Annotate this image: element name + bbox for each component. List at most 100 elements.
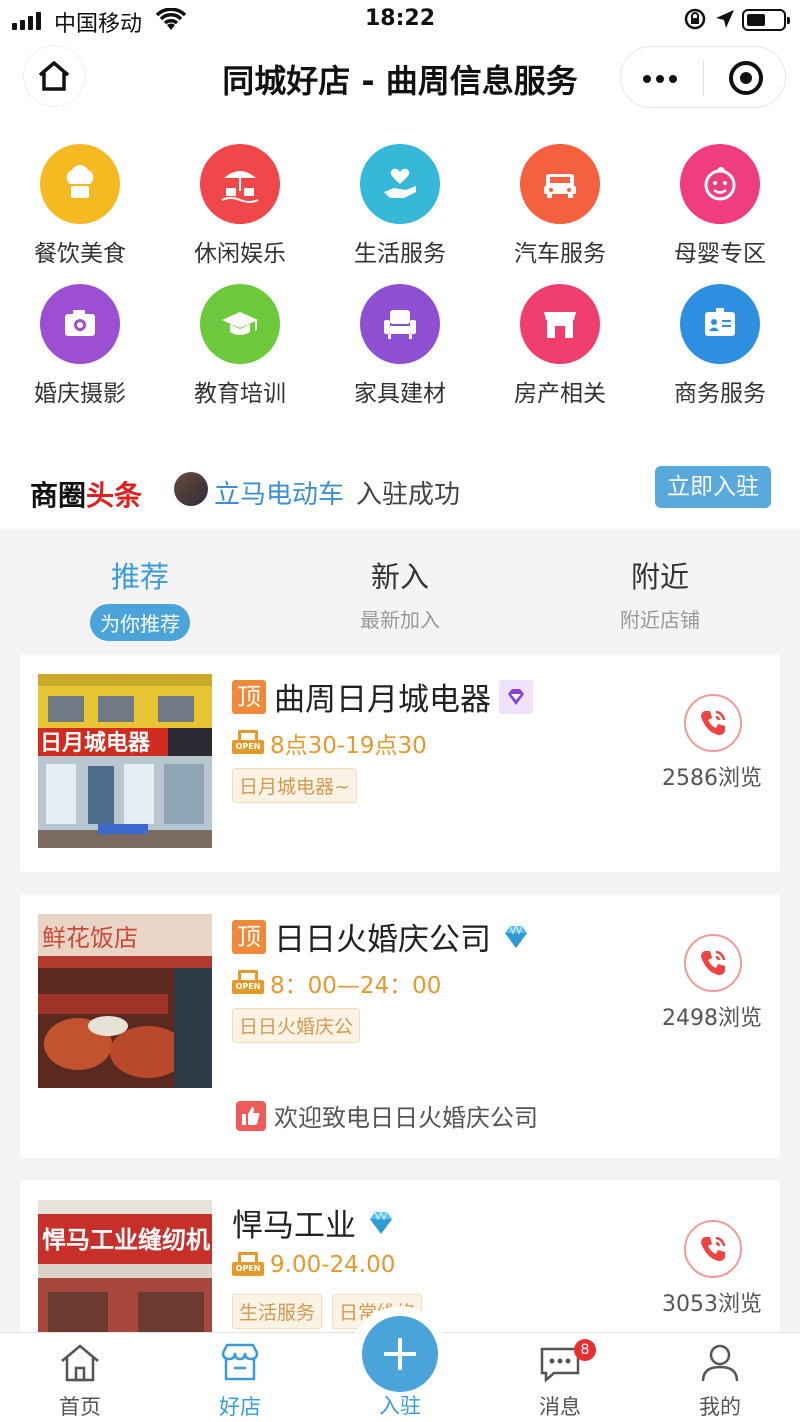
tab-nearby[interactable]: 附近 附近店铺 — [530, 554, 790, 633]
store-tabs: 推荐 为你推荐 新入 最新加入 附近 附近店铺 — [0, 530, 800, 641]
beach-umbrella-icon — [200, 144, 280, 224]
store-hours: 8点30-19点30 — [270, 733, 427, 759]
headline-suffix: 入驻成功 — [356, 480, 461, 510]
tabbar-label: 消息 — [539, 1395, 581, 1419]
open-sign-text: OPEN — [232, 980, 264, 994]
category-label: 房产相关 — [514, 381, 606, 407]
store-tag: 日日火婚庆公 — [232, 1008, 361, 1043]
storefront-icon — [520, 284, 600, 364]
tab-sublabel: 最新加入 — [360, 608, 440, 632]
svg-text:悍马工业缝纫机: 悍马工业缝纫机 — [42, 1226, 210, 1254]
view-count: 2498浏览 — [662, 1006, 762, 1031]
top-badge: 顶 — [232, 679, 266, 714]
location-arrow-icon — [716, 10, 734, 28]
store-hours: 8：00—24：00 — [270, 973, 442, 999]
id-card-icon — [680, 284, 760, 364]
shop-icon — [160, 1339, 320, 1387]
category-education[interactable]: 教育培训 — [160, 256, 320, 407]
heart-hand-icon — [360, 144, 440, 224]
purple-diamond-icon — [499, 679, 533, 714]
open-sign-icon: OPEN — [232, 730, 264, 756]
store-hours-row: OPEN 8点30-19点30 — [232, 726, 427, 760]
blue-diamond-icon — [370, 1209, 392, 1234]
view-count: 2586浏览 — [662, 766, 762, 791]
store-card[interactable]: 鲜花饭店 顶 日日火婚庆公司 OPEN 8：00—24：00 日日火婚庆公 24… — [20, 894, 780, 1158]
category-wedding-photo[interactable]: 婚庆摄影 — [0, 256, 160, 407]
store-photo: 鲜花饭店 — [38, 914, 212, 1088]
category-food[interactable]: 餐饮美食 — [0, 116, 160, 267]
store-tags: 日日火婚庆公 — [232, 1008, 361, 1043]
store-name[interactable]: 日日火婚庆公司 — [274, 914, 491, 959]
store-card[interactable]: 日月城电器 顶 曲周日月城电器 OPEN 8点30-19点30 日月城电器~ 2… — [20, 654, 780, 872]
tab-recommend[interactable]: 推荐 为你推荐 — [10, 554, 270, 641]
tabbar-label: 首页 — [59, 1395, 101, 1419]
store-name[interactable]: 曲周日月城电器 — [274, 674, 491, 719]
baby-face-icon — [680, 144, 760, 224]
store-name[interactable]: 悍马工业 — [232, 1200, 356, 1245]
status-bar: 中国移动 18:22 — [0, 0, 800, 40]
store-tag: 日月城电器~ — [232, 768, 357, 803]
store-hours: 9.00-24.00 — [270, 1252, 396, 1278]
category-leisure[interactable]: 休闲娱乐 — [160, 116, 320, 267]
clock: 18:22 — [364, 6, 436, 31]
capsule-divider — [703, 61, 704, 95]
tab-new[interactable]: 新入 最新加入 — [270, 554, 530, 633]
open-sign-icon: OPEN — [232, 970, 264, 996]
category-furniture[interactable]: 家具建材 — [320, 256, 480, 407]
tabbar-shop[interactable]: 好店 — [160, 1339, 320, 1421]
category-life-service[interactable]: 生活服务 — [320, 116, 480, 267]
store-photo: 日月城电器 — [38, 674, 212, 848]
unread-badge: 8 — [574, 1339, 596, 1361]
tabbar-profile[interactable]: 我的 — [640, 1339, 800, 1421]
tab-label: 新入 — [370, 560, 429, 594]
close-target-icon[interactable] — [729, 61, 763, 95]
tab-sublabel: 为你推荐 — [90, 604, 190, 641]
svg-text:日月城电器: 日月城电器 — [40, 730, 151, 756]
category-business[interactable]: 商务服务 — [640, 256, 800, 407]
blue-diamond-icon — [505, 923, 527, 948]
call-button[interactable] — [684, 694, 742, 752]
store-name-row: 悍马工业 — [232, 1200, 398, 1245]
call-button[interactable] — [684, 1220, 742, 1278]
tabbar-home[interactable]: 首页 — [0, 1339, 160, 1421]
category-label: 教育培训 — [194, 381, 286, 407]
category-auto[interactable]: 汽车服务 — [480, 116, 640, 267]
category-mother-baby[interactable]: 母婴专区 — [640, 116, 800, 267]
join-now-button[interactable]: 立即入驻 — [655, 466, 771, 508]
open-sign-text: OPEN — [232, 740, 264, 754]
business-headline: 商圈头条 立马电动车 入驻成功 立即入驻 — [0, 416, 800, 530]
chef-hat-icon — [40, 144, 120, 224]
headline-title-part2: 头条 — [86, 479, 143, 512]
tab-label: 推荐 — [110, 560, 169, 594]
join-fab-button[interactable] — [362, 1316, 438, 1392]
tabbar-label: 入驻 — [379, 1394, 421, 1418]
store-tags: 日月城电器~ — [232, 768, 357, 803]
battery-icon — [742, 9, 790, 31]
category-label: 婚庆摄影 — [34, 381, 126, 407]
headline-title-part1: 商圈 — [30, 479, 87, 512]
rotation-lock-icon — [684, 8, 706, 30]
more-icon[interactable] — [643, 75, 677, 83]
camera-icon — [40, 284, 120, 364]
user-icon — [640, 1339, 800, 1387]
headline-store-name[interactable]: 立马电动车 — [214, 474, 344, 511]
tabbar-label: 好店 — [219, 1395, 261, 1419]
car-icon — [520, 144, 600, 224]
tab-sublabel: 附近店铺 — [620, 608, 700, 632]
category-real-estate[interactable]: 房产相关 — [480, 256, 640, 407]
top-badge: 顶 — [232, 919, 266, 954]
armchair-icon — [360, 284, 440, 364]
store-promo: 欢迎致电日日火婚庆公司 — [236, 1098, 538, 1133]
graduation-cap-icon — [200, 284, 280, 364]
call-button[interactable] — [684, 934, 742, 992]
store-hours-row: OPEN 8：00—24：00 — [232, 966, 441, 1000]
store-name-row: 顶 曲周日月城电器 — [232, 674, 533, 719]
home-icon — [0, 1339, 160, 1387]
category-grid: 餐饮美食 休闲娱乐 生活服务 汽车服务 母婴专区 婚庆摄影 教育培训 家具建材 … — [0, 116, 800, 416]
tabbar-messages[interactable]: 8 消息 — [480, 1339, 640, 1421]
store-photo: 悍马工业缝纫机 — [38, 1200, 212, 1340]
headline-title: 商圈头条 — [30, 474, 142, 514]
phone-icon — [701, 1236, 726, 1261]
promo-text: 欢迎致电日日火婚庆公司 — [274, 1104, 538, 1132]
open-sign-icon: OPEN — [232, 1252, 264, 1278]
